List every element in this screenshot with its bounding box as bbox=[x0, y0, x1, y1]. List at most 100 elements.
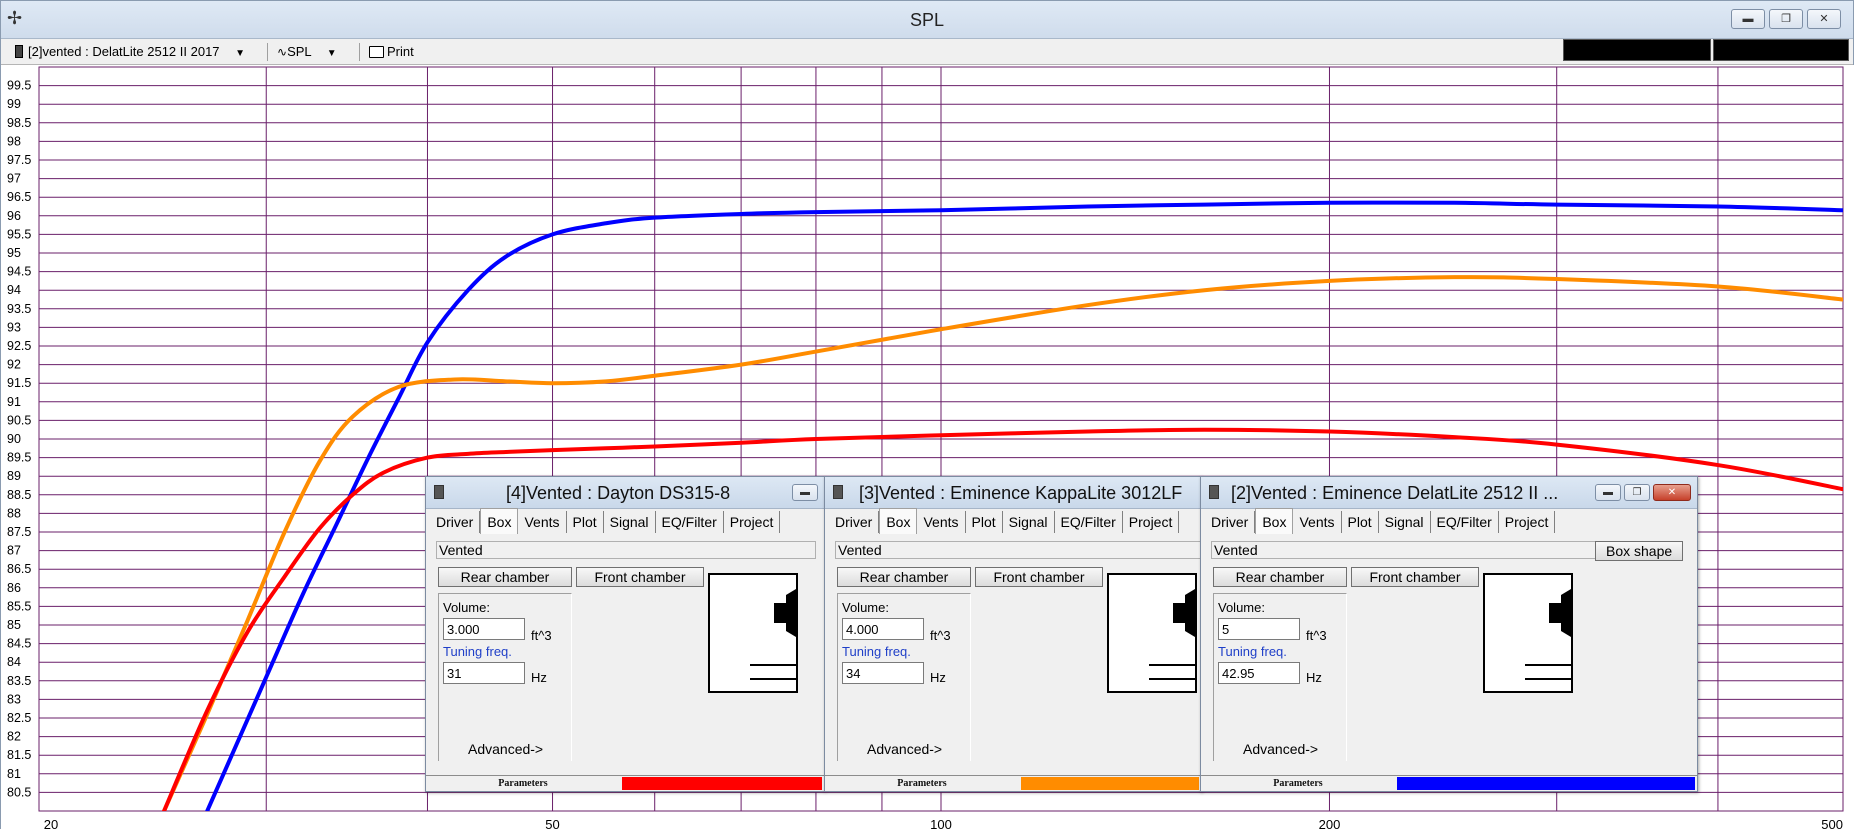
speaker-box-icon bbox=[15, 45, 23, 58]
maximize-button[interactable]: ❐ bbox=[1624, 484, 1650, 501]
plot-mode-label: SPL bbox=[287, 44, 312, 59]
tab-project[interactable]: Project bbox=[1499, 511, 1556, 533]
tuning-freq-input[interactable] bbox=[842, 662, 924, 684]
y-tick-label: 86 bbox=[7, 581, 21, 595]
child-title-bar[interactable]: [2]Vented : Eminence DelatLite 2512 II .… bbox=[1201, 477, 1697, 509]
child-window-dayton[interactable]: [4]Vented : Dayton DS315-8 ▬ Driver Box Ve… bbox=[425, 476, 825, 792]
advanced-link[interactable]: Advanced-> bbox=[468, 741, 543, 757]
volume-input[interactable] bbox=[443, 618, 525, 640]
x-tick-label: 500 bbox=[1821, 817, 1843, 829]
tuning-freq-input[interactable] bbox=[443, 662, 525, 684]
tuning-freq-unit: Hz bbox=[1306, 670, 1322, 685]
status-bar: Parameters bbox=[825, 775, 1201, 791]
y-tick-label: 85.5 bbox=[7, 599, 31, 613]
tab-eq-filter[interactable]: EQ/Filter bbox=[1431, 511, 1499, 533]
tab-eq-filter[interactable]: EQ/Filter bbox=[1055, 511, 1123, 533]
status-bar: Parameters bbox=[426, 775, 824, 791]
tab-box[interactable]: Box bbox=[1255, 508, 1294, 534]
tuning-freq-input[interactable] bbox=[1218, 662, 1300, 684]
maximize-button[interactable]: ❐ bbox=[1769, 9, 1803, 29]
tab-box[interactable]: Box bbox=[879, 508, 918, 534]
y-tick-label: 98.5 bbox=[7, 116, 31, 130]
front-chamber-button[interactable]: Front chamber bbox=[975, 567, 1103, 587]
y-tick-label: 89.5 bbox=[7, 451, 31, 465]
child-window-kappalite[interactable]: [3]Vented : Eminence KappaLite 3012LF Dr… bbox=[824, 476, 1202, 792]
chevron-down-icon[interactable]: ▼ bbox=[235, 48, 245, 59]
print-label: Print bbox=[387, 44, 414, 59]
tab-project[interactable]: Project bbox=[1123, 511, 1180, 533]
readout-box-2 bbox=[1713, 39, 1849, 61]
volume-input[interactable] bbox=[842, 618, 924, 640]
tab-vents[interactable]: Vents bbox=[1293, 511, 1342, 533]
y-tick-label: 89 bbox=[7, 469, 21, 483]
advanced-link[interactable]: Advanced-> bbox=[1243, 741, 1318, 757]
y-tick-label: 99.5 bbox=[7, 79, 31, 93]
y-tick-label: 90.5 bbox=[7, 413, 31, 427]
advanced-link[interactable]: Advanced-> bbox=[867, 741, 942, 757]
waveform-icon: ∿ bbox=[277, 45, 288, 59]
tab-driver[interactable]: Driver bbox=[430, 511, 481, 533]
minimize-button[interactable]: ▬ bbox=[1595, 484, 1621, 501]
parameters-label: Parameters bbox=[897, 778, 947, 789]
printer-icon bbox=[369, 46, 384, 58]
y-tick-label: 92.5 bbox=[7, 339, 31, 353]
y-tick-label: 82 bbox=[7, 730, 21, 744]
tab-driver[interactable]: Driver bbox=[1205, 511, 1256, 533]
rear-chamber-button[interactable]: Rear chamber bbox=[837, 567, 971, 587]
minimize-button[interactable]: ▬ bbox=[792, 484, 818, 501]
volume-label: Volume: bbox=[842, 600, 889, 615]
project-selector[interactable]: [2]vented : DelatLite 2512 II 2017 ▼ bbox=[15, 42, 245, 62]
rear-chamber-button[interactable]: Rear chamber bbox=[438, 567, 572, 587]
y-tick-label: 80.5 bbox=[7, 785, 31, 799]
speaker-diagram-icon bbox=[708, 573, 798, 693]
y-tick-label: 83 bbox=[7, 692, 21, 706]
plot-mode-selector[interactable]: ∿SPL ▼ bbox=[277, 42, 337, 62]
tab-signal[interactable]: Signal bbox=[1003, 511, 1055, 533]
rear-chamber-button[interactable]: Rear chamber bbox=[1213, 567, 1347, 587]
speaker-diagram-icon bbox=[1107, 573, 1197, 693]
volume-input[interactable] bbox=[1218, 618, 1300, 640]
close-button[interactable]: ✕ bbox=[1807, 9, 1841, 29]
y-tick-label: 91 bbox=[7, 395, 21, 409]
speaker-box-icon[interactable] bbox=[434, 485, 444, 499]
y-tick-label: 84.5 bbox=[7, 637, 31, 651]
tuning-freq-label: Tuning freq. bbox=[842, 644, 911, 659]
y-tick-label: 90 bbox=[7, 432, 21, 446]
tab-signal[interactable]: Signal bbox=[604, 511, 656, 533]
child-title-bar[interactable]: [3]Vented : Eminence KappaLite 3012LF bbox=[825, 477, 1201, 509]
y-tick-label: 91.5 bbox=[7, 376, 31, 390]
chamber-parameters: Volume: ft^3 Tuning freq. Hz bbox=[837, 593, 971, 761]
y-tick-label: 86.5 bbox=[7, 562, 31, 576]
y-tick-label: 93 bbox=[7, 320, 21, 334]
close-button[interactable]: ✕ bbox=[1653, 484, 1691, 501]
y-tick-label: 88 bbox=[7, 506, 21, 520]
speaker-diagram-icon bbox=[1483, 573, 1573, 693]
y-tick-label: 97.5 bbox=[7, 153, 31, 167]
speaker-box-icon[interactable] bbox=[1209, 485, 1219, 499]
tab-vents[interactable]: Vents bbox=[518, 511, 567, 533]
volume-label: Volume: bbox=[443, 600, 490, 615]
print-button[interactable]: Print bbox=[369, 42, 414, 62]
tab-driver[interactable]: Driver bbox=[829, 511, 880, 533]
y-tick-label: 82.5 bbox=[7, 711, 31, 725]
title-bar[interactable]: ✢ SPL ▬ ❐ ✕ bbox=[1, 1, 1853, 39]
y-tick-label: 94.5 bbox=[7, 265, 31, 279]
box-shape-button[interactable]: Box shape bbox=[1595, 541, 1684, 561]
tab-plot[interactable]: Plot bbox=[966, 511, 1003, 533]
tab-box[interactable]: Box bbox=[480, 508, 519, 534]
child-window-delatlite[interactable]: [2]Vented : Eminence DelatLite 2512 II .… bbox=[1200, 476, 1698, 792]
child-title-bar[interactable]: [4]Vented : Dayton DS315-8 ▬ bbox=[426, 477, 824, 509]
minimize-button[interactable]: ▬ bbox=[1731, 9, 1765, 29]
curve-color-swatch bbox=[1397, 777, 1695, 790]
tab-signal[interactable]: Signal bbox=[1379, 511, 1431, 533]
front-chamber-button[interactable]: Front chamber bbox=[1351, 567, 1479, 587]
tab-project[interactable]: Project bbox=[724, 511, 781, 533]
tab-vents[interactable]: Vents bbox=[917, 511, 966, 533]
tab-plot[interactable]: Plot bbox=[1342, 511, 1379, 533]
speaker-box-icon[interactable] bbox=[833, 485, 843, 499]
tab-plot[interactable]: Plot bbox=[567, 511, 604, 533]
x-tick-label: 20 bbox=[44, 817, 58, 829]
chevron-down-icon[interactable]: ▼ bbox=[327, 48, 337, 59]
tab-eq-filter[interactable]: EQ/Filter bbox=[656, 511, 724, 533]
front-chamber-button[interactable]: Front chamber bbox=[576, 567, 704, 587]
